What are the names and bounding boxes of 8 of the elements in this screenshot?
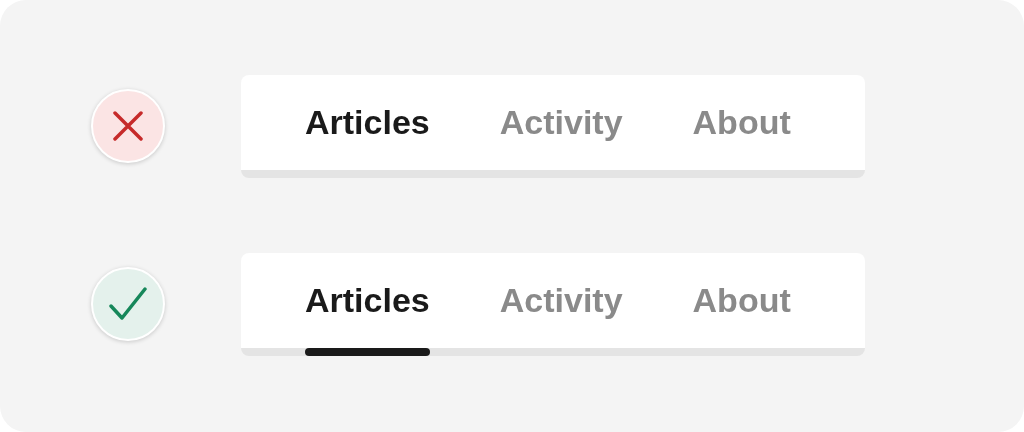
tab[interactable]: About [692,75,791,178]
tab[interactable]: Activity [499,253,623,356]
checkmark-icon [109,287,147,321]
tab[interactable]: Articles [305,253,430,356]
tab[interactable]: Articles [305,75,430,178]
tab[interactable]: Activity [499,75,623,178]
tab[interactable]: About [692,253,791,356]
cross-icon [113,111,143,141]
